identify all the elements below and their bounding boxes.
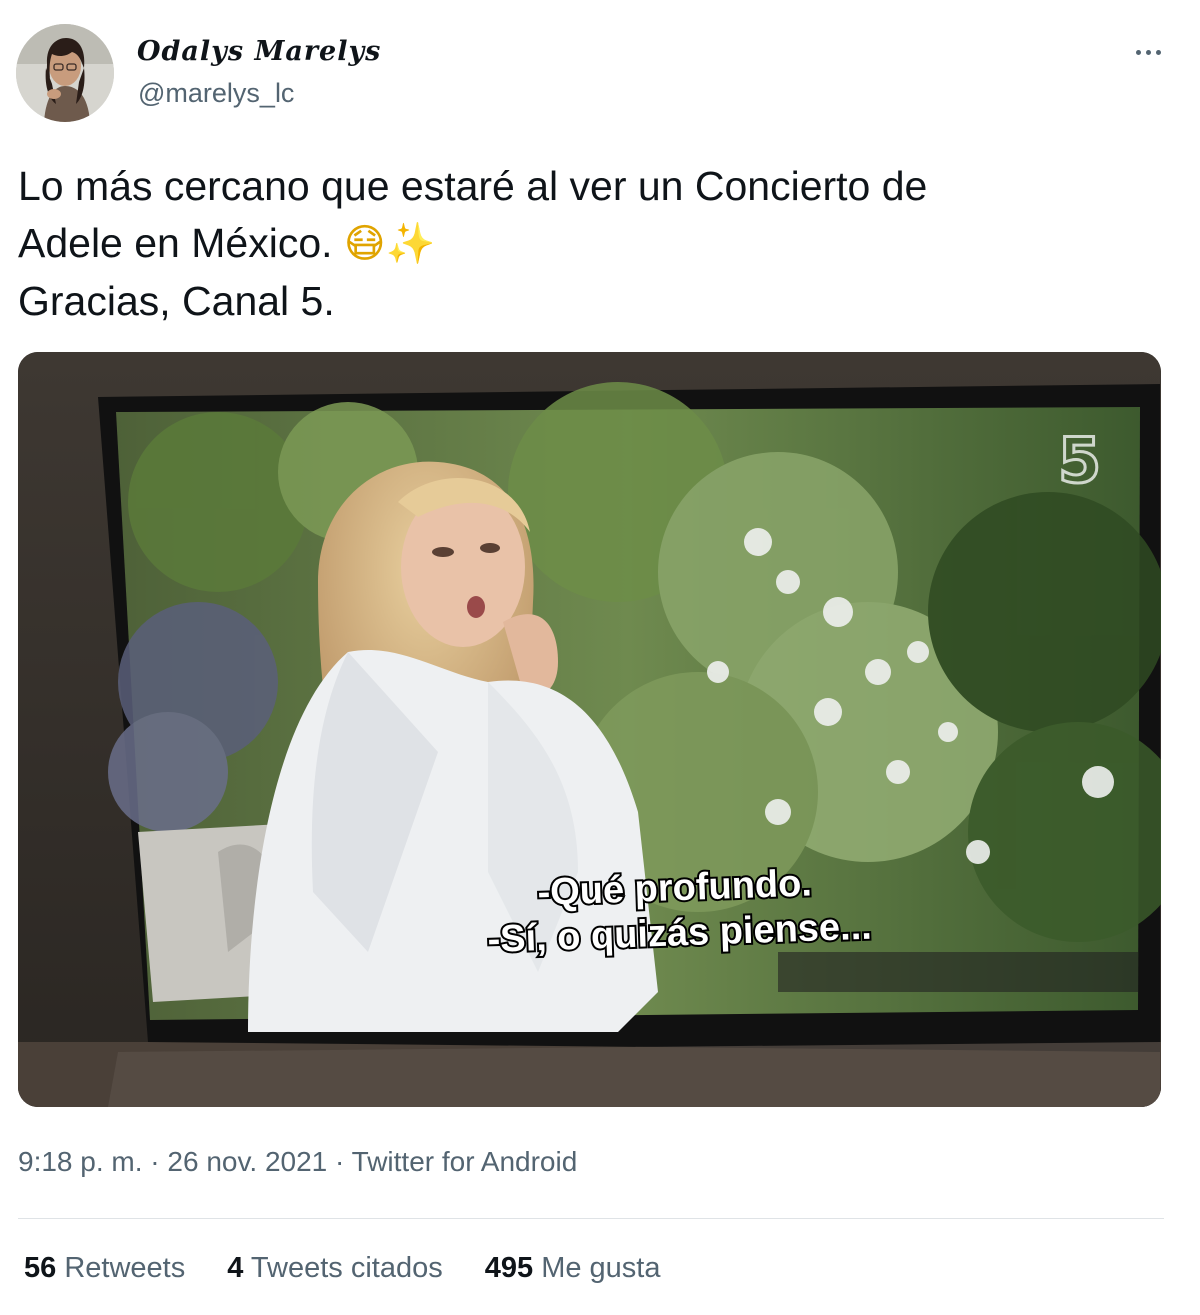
timestamp-time[interactable]: 9:18 p. m. bbox=[18, 1146, 143, 1177]
tweet-text-line-1: Lo más cercano que estaré al ver un Conc… bbox=[18, 163, 928, 209]
tweet-card: Odalys Marelys @marelys_lc Lo más cercan… bbox=[0, 0, 1200, 1315]
sneezing-face-icon: 😷 bbox=[343, 221, 386, 267]
dot bbox=[1145, 49, 1151, 55]
sparkles-icon: ✨ bbox=[385, 221, 436, 267]
source-label[interactable]: Twitter for Android bbox=[352, 1146, 578, 1177]
tweet-text-line-2: Adele en México. 😷✨ bbox=[18, 215, 1168, 273]
dot bbox=[1135, 49, 1141, 55]
tweet-stats: 56 Retweets 4 Tweets citados 495 Me gust… bbox=[24, 1252, 660, 1285]
retweets-stat[interactable]: 56 Retweets bbox=[24, 1252, 185, 1285]
tweet-text-line-2-text: Adele en México. bbox=[18, 220, 333, 266]
ellipsis-icon[interactable] bbox=[1126, 40, 1170, 64]
tv-photo: 5 -Qué profundo. -Sí, o quizás piense... bbox=[18, 352, 1161, 1107]
retweets-count: 56 bbox=[24, 1252, 57, 1284]
meta-separator: · bbox=[327, 1146, 352, 1177]
tweet-text-line-3: Gracias, Canal 5. bbox=[18, 278, 335, 324]
quote-tweets-count: 4 bbox=[227, 1252, 244, 1284]
tweet-text: Lo más cercano que estaré al ver un Conc… bbox=[18, 158, 1168, 330]
likes-stat[interactable]: 495 Me gusta bbox=[485, 1252, 661, 1285]
quote-tweets-stat[interactable]: 4 Tweets citados bbox=[227, 1252, 443, 1285]
handle[interactable]: @marelys_lc bbox=[138, 78, 294, 109]
profile-photo bbox=[16, 24, 114, 122]
divider bbox=[18, 1218, 1164, 1219]
tweet-meta: 9:18 p. m. · 26 nov. 2021 · Twitter for … bbox=[18, 1146, 577, 1178]
timestamp-date[interactable]: 26 nov. 2021 bbox=[167, 1146, 327, 1177]
display-name[interactable]: Odalys Marelys bbox=[137, 36, 381, 67]
avatar[interactable] bbox=[16, 24, 114, 122]
channel-logo: 5 bbox=[1058, 424, 1101, 497]
likes-count: 495 bbox=[484, 1252, 534, 1284]
likes-label: Me gusta bbox=[541, 1252, 661, 1284]
retweets-label: Retweets bbox=[64, 1252, 186, 1284]
dot bbox=[1155, 49, 1161, 55]
tweet-photo[interactable]: 5 -Qué profundo. -Sí, o quizás piense... bbox=[18, 352, 1161, 1107]
meta-separator: · bbox=[142, 1146, 168, 1177]
quote-tweets-label: Tweets citados bbox=[250, 1252, 443, 1284]
